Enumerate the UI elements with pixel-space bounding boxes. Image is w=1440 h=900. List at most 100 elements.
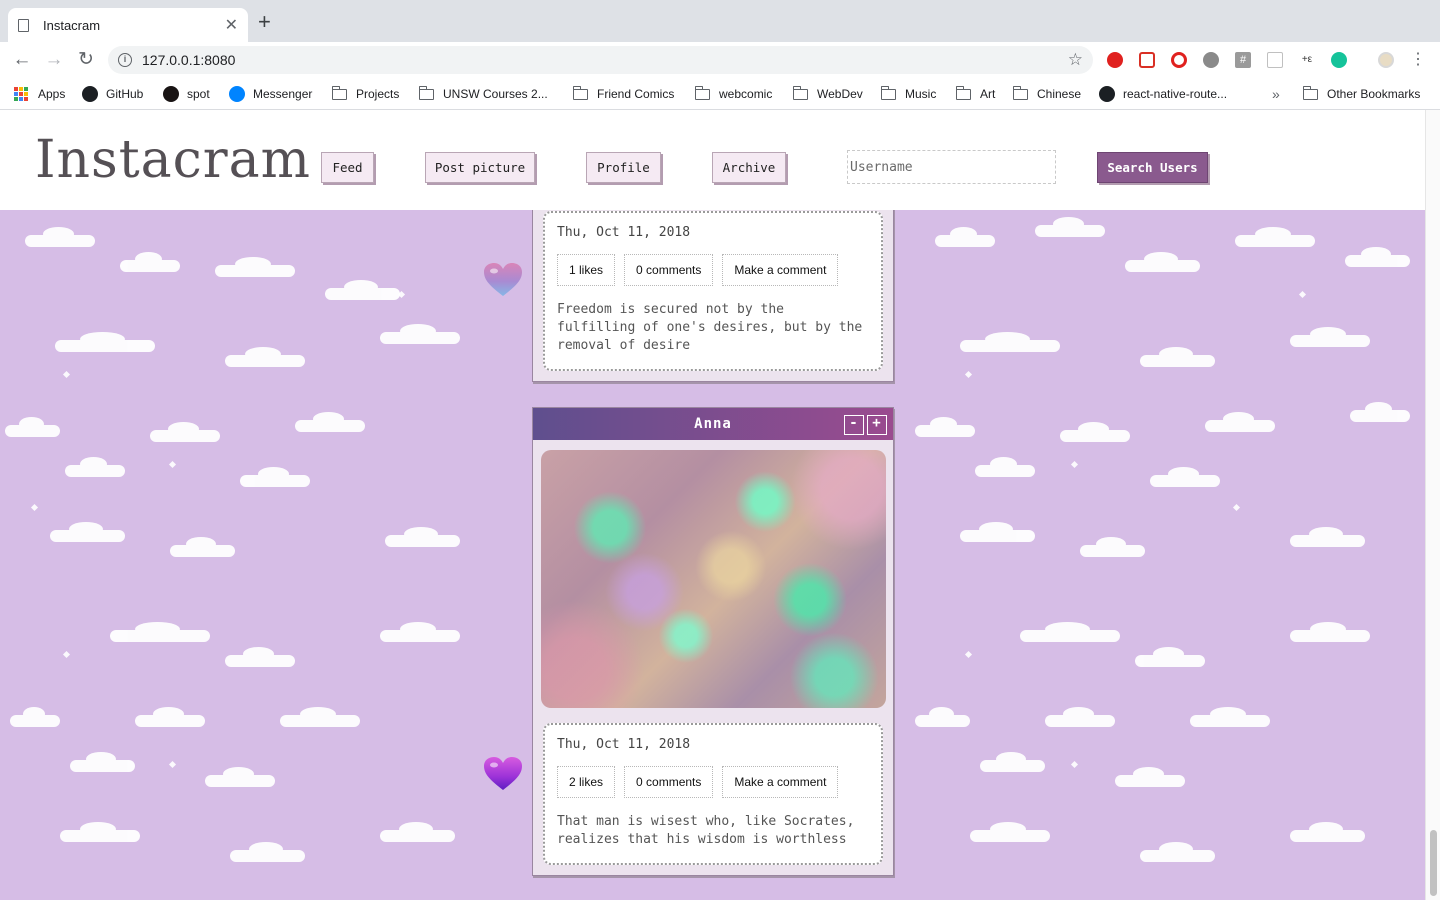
folder-icon [880, 85, 896, 100]
comments-button[interactable]: 0 comments [624, 254, 714, 286]
minimize-button[interactable]: - [844, 415, 864, 435]
bookmarks-overflow-icon[interactable]: » [1272, 84, 1280, 104]
folder-icon [1012, 85, 1028, 100]
likes-button[interactable]: 2 likes [557, 766, 616, 798]
cloud-decoration [5, 417, 60, 437]
bookmark-label: Art [980, 87, 996, 101]
browser-menu-icon[interactable]: ⋮ [1406, 48, 1430, 72]
sparkle-decoration [62, 650, 71, 659]
post-caption: Freedom is secured not by the fulfilling… [557, 302, 863, 353]
translate-extension-icon[interactable]: +ε [1299, 52, 1315, 68]
post-author-bar: Anna - + [533, 408, 893, 440]
cloud-decoration [1290, 622, 1370, 642]
bookmark-friend-comics[interactable]: Friend Comics [572, 84, 674, 104]
reload-icon[interactable]: ↻ [74, 48, 98, 72]
grammarly-icon[interactable] [1331, 52, 1347, 68]
cloud-decoration [1060, 422, 1130, 442]
bookmark-unsw-courses[interactable]: UNSW Courses 2... [418, 84, 548, 104]
tab-title: Instacram [43, 17, 101, 33]
bookmark-label: Projects [356, 87, 400, 101]
profile-avatar-icon[interactable] [1378, 52, 1394, 68]
post-picture-button[interactable]: Post picture [425, 152, 535, 183]
address-bar[interactable]: i 127.0.0.1:8080 ☆ [108, 46, 1093, 74]
cloud-decoration [10, 707, 60, 727]
bookmark-react-native-router[interactable]: react-native-route... [1099, 84, 1227, 104]
post-image[interactable] [540, 450, 886, 708]
sparkle-decoration [30, 503, 39, 512]
comments-button[interactable]: 0 comments [624, 766, 714, 798]
cloud-decoration [1140, 842, 1215, 862]
bookmark-webcomic[interactable]: webcomic [694, 84, 772, 104]
bookmark-label: UNSW Courses 2... [443, 87, 548, 101]
forward-icon[interactable]: → [42, 48, 66, 72]
cloud-decoration [380, 324, 460, 344]
cloud-decoration [1290, 527, 1365, 547]
heart-icon[interactable] [482, 262, 524, 298]
cloud-decoration [225, 347, 305, 367]
cloud-decoration [280, 707, 360, 727]
cloud-decoration [980, 752, 1045, 772]
cloud-decoration [225, 647, 295, 667]
cloud-decoration [230, 842, 305, 862]
make-comment-button[interactable]: Make a comment [722, 254, 839, 286]
folder-icon [418, 85, 434, 100]
sparkle-decoration [62, 370, 71, 379]
heart-icon[interactable] [482, 756, 524, 792]
feed-button[interactable]: Feed [321, 152, 374, 183]
cloud-decoration [1235, 227, 1315, 247]
bookmark-webdev[interactable]: WebDev [792, 84, 863, 104]
opera-icon[interactable] [1171, 52, 1187, 68]
sparkle-decoration [1298, 290, 1307, 299]
search-users-button[interactable]: Search Users [1097, 152, 1208, 183]
make-comment-button[interactable]: Make a comment [722, 766, 839, 798]
sparkle-decoration [1070, 460, 1079, 469]
likes-button[interactable]: 1 likes [557, 254, 616, 286]
archive-button[interactable]: Archive [712, 152, 786, 183]
back-icon[interactable]: ← [10, 48, 34, 72]
site-info-icon[interactable]: i [118, 53, 132, 67]
page-scrollbar[interactable] [1425, 110, 1440, 900]
app-logo[interactable]: Instacram [35, 130, 311, 190]
scrollbar-thumb[interactable] [1430, 830, 1437, 896]
extension-red-icon[interactable] [1107, 52, 1123, 68]
bookmark-label: Messenger [253, 87, 313, 101]
bookmark-star-icon[interactable]: ☆ [1068, 50, 1083, 70]
cloud-decoration [70, 752, 135, 772]
bookmark-chinese[interactable]: Chinese [1012, 84, 1081, 104]
folder-icon [572, 85, 588, 100]
bookmark-projects[interactable]: Projects [331, 84, 400, 104]
bookmark-spot[interactable]: spot [163, 84, 210, 104]
sparkle-decoration [1232, 503, 1241, 512]
bookmark-art[interactable]: Art [955, 84, 996, 104]
github-icon [82, 86, 98, 102]
cast-icon[interactable] [1267, 52, 1283, 68]
cloud-decoration [380, 822, 455, 842]
close-tab-icon[interactable]: ✕ [225, 15, 238, 35]
extension-cross-icon[interactable] [1139, 52, 1155, 68]
cloud-decoration [1140, 347, 1215, 367]
bookmark-label: WebDev [817, 87, 863, 101]
bookmark-music[interactable]: Music [880, 84, 936, 104]
expand-button[interactable]: + [867, 415, 887, 435]
folder-icon [1302, 85, 1318, 100]
cloud-decoration [1115, 767, 1185, 787]
address-url[interactable]: 127.0.0.1:8080 [142, 52, 1068, 68]
hash-extension-icon[interactable]: # [1235, 52, 1251, 68]
post-author[interactable]: Anna [694, 416, 732, 432]
bookmark-github[interactable]: GitHub [82, 84, 143, 104]
profile-button[interactable]: Profile [586, 152, 661, 183]
bookmark-messenger[interactable]: Messenger [229, 84, 312, 104]
new-tab-icon[interactable]: + [258, 11, 271, 33]
sparkle-decoration [168, 460, 177, 469]
bookmark-other[interactable]: Other Bookmarks [1302, 84, 1420, 104]
cloud-decoration [935, 227, 995, 247]
bookmark-label: Apps [38, 87, 66, 101]
cloud-decoration [915, 707, 970, 727]
bookmark-apps[interactable]: Apps [14, 84, 65, 104]
post-actions: 2 likes 0 comments Make a comment [557, 766, 869, 798]
username-search-input[interactable] [847, 150, 1056, 184]
extension-grey-icon[interactable] [1203, 52, 1219, 68]
browser-tab[interactable]: Instacram ✕ [8, 8, 248, 42]
post-card: Anna - + Thu, Oct 11, 2018 2 likes 0 com… [532, 407, 894, 876]
bookmark-label: spot [187, 87, 210, 101]
